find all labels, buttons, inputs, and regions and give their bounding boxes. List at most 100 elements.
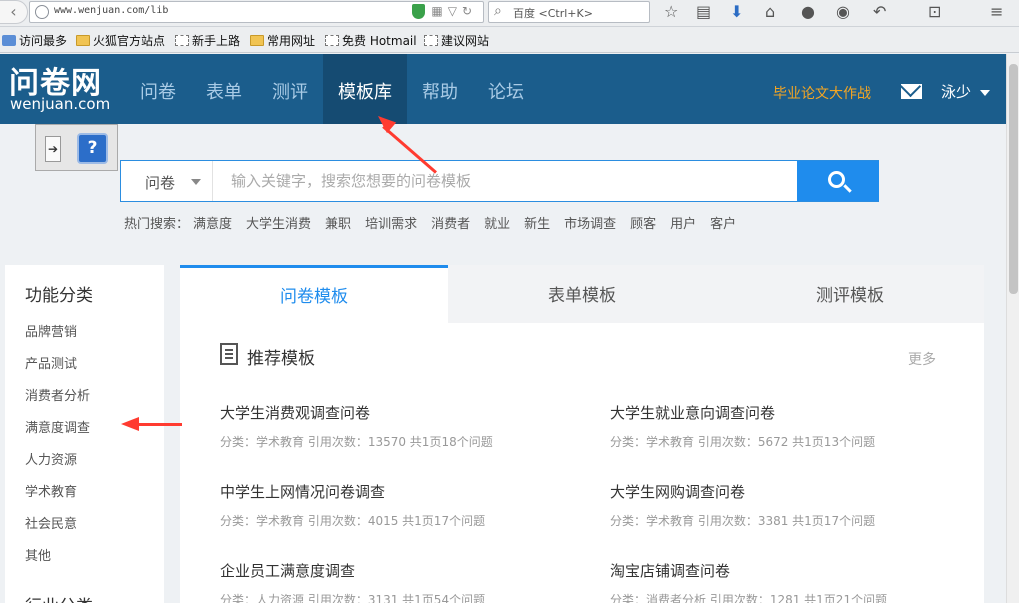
nav-template-library[interactable]: 模板库 bbox=[323, 54, 407, 124]
template-title[interactable]: 中学生上网情况问卷调查 bbox=[220, 481, 580, 502]
reading-list-icon[interactable]: ▤ bbox=[696, 2, 711, 21]
url-text[interactable]: www.wenjuan.com/lib bbox=[54, 5, 168, 16]
more-link[interactable]: 更多 bbox=[908, 349, 936, 369]
template-item[interactable]: 大学生就业意向调查问卷 分类：学术教育 引用次数：5672 共1页13个问题 bbox=[610, 402, 970, 450]
template-title[interactable]: 企业员工满意度调查 bbox=[220, 560, 580, 581]
category-sidebar: 功能分类 品牌营销 产品测试 消费者分析 满意度调查 人力资源 学术教育 社会民… bbox=[5, 265, 164, 603]
template-item[interactable]: 中学生上网情况问卷调查 分类：学术教育 引用次数：4015 共1页17个问题 bbox=[220, 481, 580, 529]
template-meta: 分类：学术教育 引用次数：4015 共1页17个问题 bbox=[220, 514, 486, 528]
search-icon-handle bbox=[843, 184, 852, 193]
search-type-select[interactable]: 问卷 bbox=[121, 161, 213, 201]
crop-icon[interactable]: ⊡ bbox=[928, 2, 941, 21]
bookmark-most-visited[interactable]: 访问最多 bbox=[2, 32, 67, 49]
tab-questionnaire-templates[interactable]: 问卷模板 bbox=[180, 265, 448, 323]
category-item-satisfaction[interactable]: 满意度调查 bbox=[25, 417, 90, 449]
browser-search-placeholder[interactable]: 百度 <Ctrl+K> bbox=[513, 5, 593, 21]
bookmark-suggested[interactable]: 建议网站 bbox=[424, 32, 489, 49]
browser-search-bar[interactable]: ⌕ 百度 <Ctrl+K> bbox=[488, 1, 650, 23]
back-icon[interactable]: ‹ bbox=[0, 0, 28, 24]
template-item[interactable]: 淘宝店铺调查问卷 分类：消费者分析 引用次数：1281 共1页21个问题 bbox=[610, 560, 970, 603]
hot-item[interactable]: 客户 bbox=[710, 217, 736, 232]
tab-assessment-templates[interactable]: 测评模板 bbox=[716, 265, 984, 323]
template-title[interactable]: 大学生就业意向调查问卷 bbox=[610, 402, 970, 423]
sidebar-title-industry: 行业分类 bbox=[25, 592, 93, 603]
menu-icon[interactable]: ≡ bbox=[990, 2, 1003, 21]
bookmark-common-sites[interactable]: 常用网址 bbox=[250, 32, 315, 49]
annotation-arrow-head bbox=[121, 417, 139, 431]
arrow-right-icon[interactable]: ➔ bbox=[45, 136, 61, 162]
star-icon[interactable]: ☆ bbox=[664, 2, 678, 21]
nav-questionnaire[interactable]: 问卷 bbox=[125, 54, 191, 124]
template-item[interactable]: 大学生消费观调查问卷 分类：学术教育 引用次数：13570 共1页18个问题 bbox=[220, 402, 580, 450]
bookmark-getting-started[interactable]: 新手上路 bbox=[175, 32, 240, 49]
nav-form[interactable]: 表单 bbox=[191, 54, 257, 124]
caret-down-icon bbox=[191, 179, 201, 185]
hot-item[interactable]: 就业 bbox=[484, 217, 510, 232]
bookmark-firefox[interactable]: 火狐官方站点 bbox=[76, 32, 165, 49]
hot-item[interactable]: 培训需求 bbox=[365, 217, 417, 232]
scrollbar[interactable] bbox=[1006, 54, 1019, 603]
bookmark-label: 常用网址 bbox=[267, 34, 316, 48]
undo-icon[interactable]: ↶ bbox=[873, 2, 886, 21]
sidebar-title: 功能分类 bbox=[25, 286, 93, 306]
template-meta: 分类：人力资源 引用次数：3131 共1页54个问题 bbox=[220, 593, 486, 603]
hot-item[interactable]: 兼职 bbox=[325, 217, 351, 232]
template-title[interactable]: 大学生消费观调查问卷 bbox=[220, 402, 580, 423]
nav-assessment[interactable]: 测评 bbox=[257, 54, 323, 124]
hot-item[interactable]: 新生 bbox=[524, 217, 550, 232]
chat-icon[interactable]: ● bbox=[801, 2, 815, 21]
template-title[interactable]: 淘宝店铺调查问卷 bbox=[610, 560, 970, 581]
bookmarks-bar: 访问最多 火狐官方站点 新手上路 常用网址 免费 Hotmail 建议网站 bbox=[0, 27, 1019, 53]
tab-form-templates[interactable]: 表单模板 bbox=[448, 265, 716, 323]
template-meta: 分类：学术教育 引用次数：13570 共1页18个问题 bbox=[220, 435, 493, 449]
globe-icon bbox=[35, 5, 49, 19]
nav-forum[interactable]: 论坛 bbox=[473, 54, 539, 124]
search-button[interactable] bbox=[797, 161, 879, 201]
chevron-down-icon[interactable] bbox=[980, 90, 990, 96]
category-item[interactable]: 人力资源 bbox=[25, 449, 90, 481]
template-title[interactable]: 大学生网购调查问卷 bbox=[610, 481, 970, 502]
home-icon[interactable]: ⌂ bbox=[765, 2, 775, 21]
template-item[interactable]: 大学生网购调查问卷 分类：学术教育 引用次数：3381 共1页17个问题 bbox=[610, 481, 970, 529]
category-item[interactable]: 消费者分析 bbox=[25, 385, 90, 417]
search-input[interactable] bbox=[231, 169, 791, 193]
user-name[interactable]: 泳少 bbox=[941, 81, 971, 102]
nav-help[interactable]: 帮助 bbox=[407, 54, 473, 124]
bookmark-hotmail[interactable]: 免费 Hotmail bbox=[325, 32, 417, 49]
url-bar-icons: ▦▽↻ bbox=[412, 4, 477, 19]
bookmark-icon bbox=[2, 35, 16, 46]
template-panel: 问卷模板 表单模板 测评模板 推荐模板 更多 大学生消费观调查问卷 分类：学术教… bbox=[180, 265, 984, 603]
template-meta: 分类：学术教育 引用次数：3381 共1页17个问题 bbox=[610, 514, 876, 528]
download-icon[interactable]: ⬇ bbox=[730, 2, 743, 21]
category-item[interactable]: 其他 bbox=[25, 545, 90, 577]
site-header: 问卷网 wenjuan.com 问卷 表单 测评 模板库 帮助 论坛 毕业论文大… bbox=[0, 54, 1006, 124]
url-bar[interactable]: www.wenjuan.com/lib ▦▽↻ bbox=[29, 1, 484, 23]
page-icon bbox=[175, 35, 189, 46]
page-icon bbox=[325, 35, 339, 46]
template-meta: 分类：学术教育 引用次数：5672 共1页13个问题 bbox=[610, 435, 876, 449]
shield-icon[interactable] bbox=[412, 4, 426, 19]
category-item[interactable]: 品牌营销 bbox=[25, 321, 90, 353]
scroll-thumb[interactable] bbox=[1009, 64, 1018, 294]
help-icon[interactable]: ? bbox=[77, 133, 108, 164]
mail-icon[interactable] bbox=[901, 84, 922, 99]
hot-item[interactable]: 满意度 bbox=[193, 217, 232, 232]
search-type-label: 问卷 bbox=[145, 174, 176, 192]
helper-widget: ➔ ? bbox=[35, 124, 118, 171]
category-item[interactable]: 产品测试 bbox=[25, 353, 90, 385]
category-item[interactable]: 社会民意 bbox=[25, 513, 90, 545]
bookmark-label: 火狐官方站点 bbox=[93, 34, 166, 48]
category-item[interactable]: 学术教育 bbox=[25, 481, 90, 513]
hot-item[interactable]: 大学生消费 bbox=[246, 217, 311, 232]
hot-item[interactable]: 用户 bbox=[670, 217, 696, 232]
promo-link[interactable]: 毕业论文大作战 bbox=[773, 83, 871, 103]
recommend-title: 推荐模板 bbox=[247, 349, 315, 369]
hot-item[interactable]: 市场调查 bbox=[564, 217, 616, 232]
bookmark-label: 新手上路 bbox=[192, 34, 241, 48]
bookmark-label: 建议网站 bbox=[441, 34, 490, 48]
logo-domain[interactable]: wenjuan.com bbox=[10, 95, 110, 113]
template-item[interactable]: 企业员工满意度调查 分类：人力资源 引用次数：3131 共1页54个问题 bbox=[220, 560, 580, 603]
hot-item[interactable]: 顾客 bbox=[630, 217, 656, 232]
comment-icon[interactable]: ◉ bbox=[836, 2, 850, 21]
hot-item[interactable]: 消费者 bbox=[431, 217, 470, 232]
